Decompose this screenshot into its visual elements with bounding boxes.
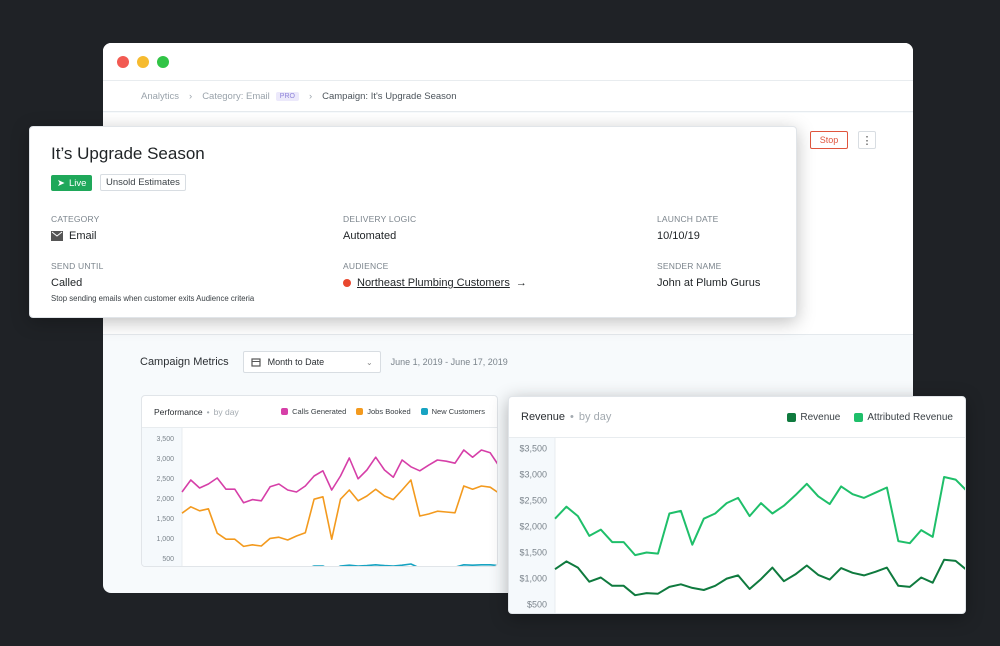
legend-new-customers: New Customers xyxy=(420,407,485,416)
campaign-metrics-bar: Campaign Metrics Month to Date ⌄ June 1,… xyxy=(140,351,508,373)
campaign-details-card: It’s Upgrade Season ➤ Live Unsold Estimat… xyxy=(29,126,797,318)
y-tick-label: 3,500 xyxy=(156,436,174,443)
chevron-down-icon: ⌄ xyxy=(365,357,373,367)
breadcrumb: Analytics › Category: Email PRO › Campai… xyxy=(103,81,913,112)
legend-attributed-revenue: Attributed Revenue xyxy=(854,412,953,423)
revenue-chart: $500 $1,000 $1,500 $2,000 $2,500 $3,000 $3,500 xyxy=(509,438,965,613)
legend-jobs-booked: Jobs Booked xyxy=(356,407,411,416)
series-line-attributed-revenue xyxy=(554,476,965,557)
pro-badge: PRO xyxy=(275,91,299,101)
y-tick-label: $2,000 xyxy=(519,522,547,532)
chart-subtitle: by day xyxy=(578,411,612,423)
y-tick-label: 1,000 xyxy=(156,536,174,543)
y-tick-label: 500 xyxy=(162,556,174,563)
performance-chart: 500 1,000 1,500 2,000 2,500 3,000 3,500 xyxy=(142,428,497,566)
series-line-new-customers xyxy=(311,563,497,566)
date-range-value: Month to Date xyxy=(267,357,325,367)
chart-title: Performance xyxy=(154,406,203,417)
chevron-right-icon: › xyxy=(189,90,193,102)
date-range-select[interactable]: Month to Date ⌄ xyxy=(242,351,381,373)
maximize-window-button[interactable] xyxy=(157,56,169,68)
breadcrumb-category[interactable]: Category: Email xyxy=(202,91,270,102)
breadcrumb-campaign: Campaign: It's Upgrade Season xyxy=(322,90,457,102)
revenue-chart-panel: Revenue • by day Revenue Attributed Reven… xyxy=(508,396,966,614)
stop-button[interactable]: Stop xyxy=(810,131,848,149)
close-window-button[interactable] xyxy=(117,56,129,68)
kebab-icon: ⋮ xyxy=(861,134,873,147)
performance-chart-panel: Performance • by day Calls Generated Jobs… xyxy=(141,395,498,567)
campaign-title: It’s Upgrade Season xyxy=(51,144,205,163)
y-tick-label: 3,000 xyxy=(156,456,174,463)
y-tick-label: $3,000 xyxy=(519,469,547,479)
series-line-calls-generated xyxy=(181,449,497,504)
status-badge: ➤ Live xyxy=(51,175,93,191)
calendar-icon xyxy=(251,358,261,367)
field-send-until: SEND UNTIL Called Stop sending emails whe… xyxy=(51,261,255,303)
field-launch-date: LAUNCH DATE 10/10/19 xyxy=(657,214,719,242)
y-tick-label: $1,000 xyxy=(519,574,547,584)
minimize-window-button[interactable] xyxy=(137,56,149,68)
more-options-button[interactable]: ⋮ xyxy=(858,131,876,149)
send-icon: ➤ xyxy=(57,177,65,189)
field-delivery-logic: DELIVERY LOGIC Automated xyxy=(343,214,417,242)
y-tick-label: $500 xyxy=(527,600,547,610)
audience-status-dot xyxy=(343,279,351,287)
date-range-text: June 1, 2019 - June 17, 2019 xyxy=(390,357,508,367)
y-tick-label: 1,500 xyxy=(156,516,174,523)
field-category: CATEGORY Email xyxy=(51,214,100,242)
arrow-right-icon[interactable]: → xyxy=(516,277,527,289)
envelope-icon xyxy=(51,231,63,241)
field-audience: AUDIENCE Northeast Plumbing Customers → xyxy=(343,261,527,289)
metrics-title: Campaign Metrics xyxy=(140,356,229,368)
y-tick-label: $3,500 xyxy=(519,443,547,453)
y-tick-label: $1,500 xyxy=(519,548,547,558)
y-tick-label: $2,500 xyxy=(519,495,547,505)
chart-subtitle: by day xyxy=(213,406,239,417)
tag-badge: Unsold Estimates xyxy=(100,174,186,191)
chevron-right-icon: › xyxy=(308,90,313,102)
audience-link[interactable]: Northeast Plumbing Customers xyxy=(357,277,510,289)
field-sender-name: SENDER NAME John at Plumb Gurus xyxy=(657,261,761,289)
title-bar xyxy=(103,43,913,81)
series-line-revenue xyxy=(554,558,965,597)
legend-calls-generated: Calls Generated xyxy=(281,407,346,416)
y-tick-label: 2,500 xyxy=(156,476,174,483)
chart-title: Revenue xyxy=(521,411,566,423)
legend-revenue: Revenue xyxy=(787,412,840,423)
breadcrumb-analytics[interactable]: Analytics xyxy=(141,91,179,102)
y-tick-label: 2,000 xyxy=(156,496,174,503)
